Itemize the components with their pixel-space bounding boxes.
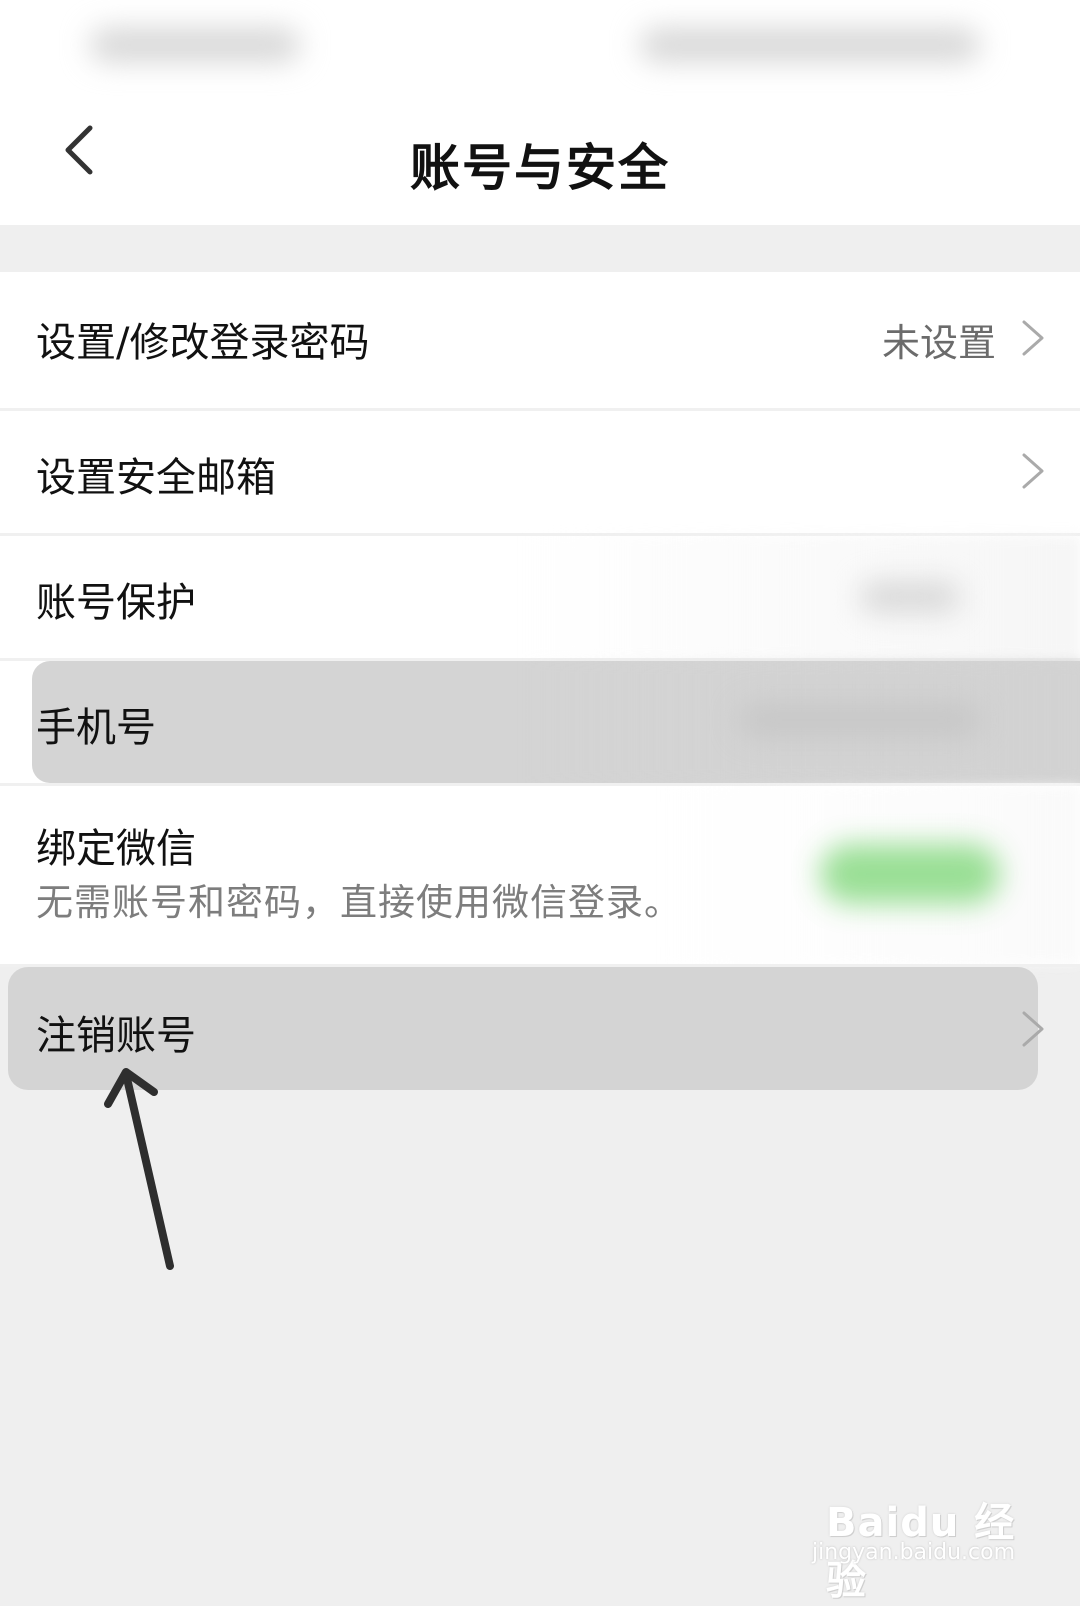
row-label: 绑定微信: [36, 826, 196, 872]
annotation-arrow-icon: [104, 1068, 174, 1270]
password-status: 未设置: [881, 321, 996, 365]
wechat-toggle[interactable]: [820, 844, 1000, 904]
section-gap: [0, 225, 1080, 272]
row-label: 设置安全邮箱: [36, 455, 276, 501]
watermark-url: jingyan.baidu.com: [812, 1540, 1016, 1565]
chevron-right-icon: [1022, 453, 1044, 489]
row-security-email[interactable]: 设置安全邮箱: [0, 411, 1080, 533]
row-change-password[interactable]: 设置/修改登录密码 未设置: [0, 272, 1080, 408]
blurred-phone-value: [740, 705, 980, 735]
blurred-value: [860, 582, 960, 612]
watermark: Baidu 经验 jingyan.baidu.com: [812, 1480, 1022, 1604]
row-phone-number[interactable]: 手机号: [0, 661, 1080, 783]
navigation-header: 账号与安全: [0, 100, 1080, 225]
blurred-overlay: [520, 536, 1080, 658]
row-account-protection[interactable]: 账号保护: [0, 536, 1080, 658]
row-label: 账号保护: [36, 580, 196, 626]
row-label: 手机号: [36, 705, 156, 751]
row-label: 注销账号: [36, 1013, 196, 1059]
row-subtitle: 无需账号和密码，直接使用微信登录。: [36, 881, 682, 924]
status-bar-blurred-right: [640, 28, 980, 62]
chevron-right-icon: [1022, 1011, 1044, 1047]
row-label: 设置/修改登录密码: [36, 320, 370, 366]
page-title: 账号与安全: [410, 139, 670, 197]
status-bar-blurred-left: [90, 28, 300, 62]
status-bar: [0, 0, 1080, 100]
chevron-right-icon: [1022, 320, 1044, 356]
row-bind-wechat[interactable]: 绑定微信 无需账号和密码，直接使用微信登录。: [0, 786, 1080, 964]
